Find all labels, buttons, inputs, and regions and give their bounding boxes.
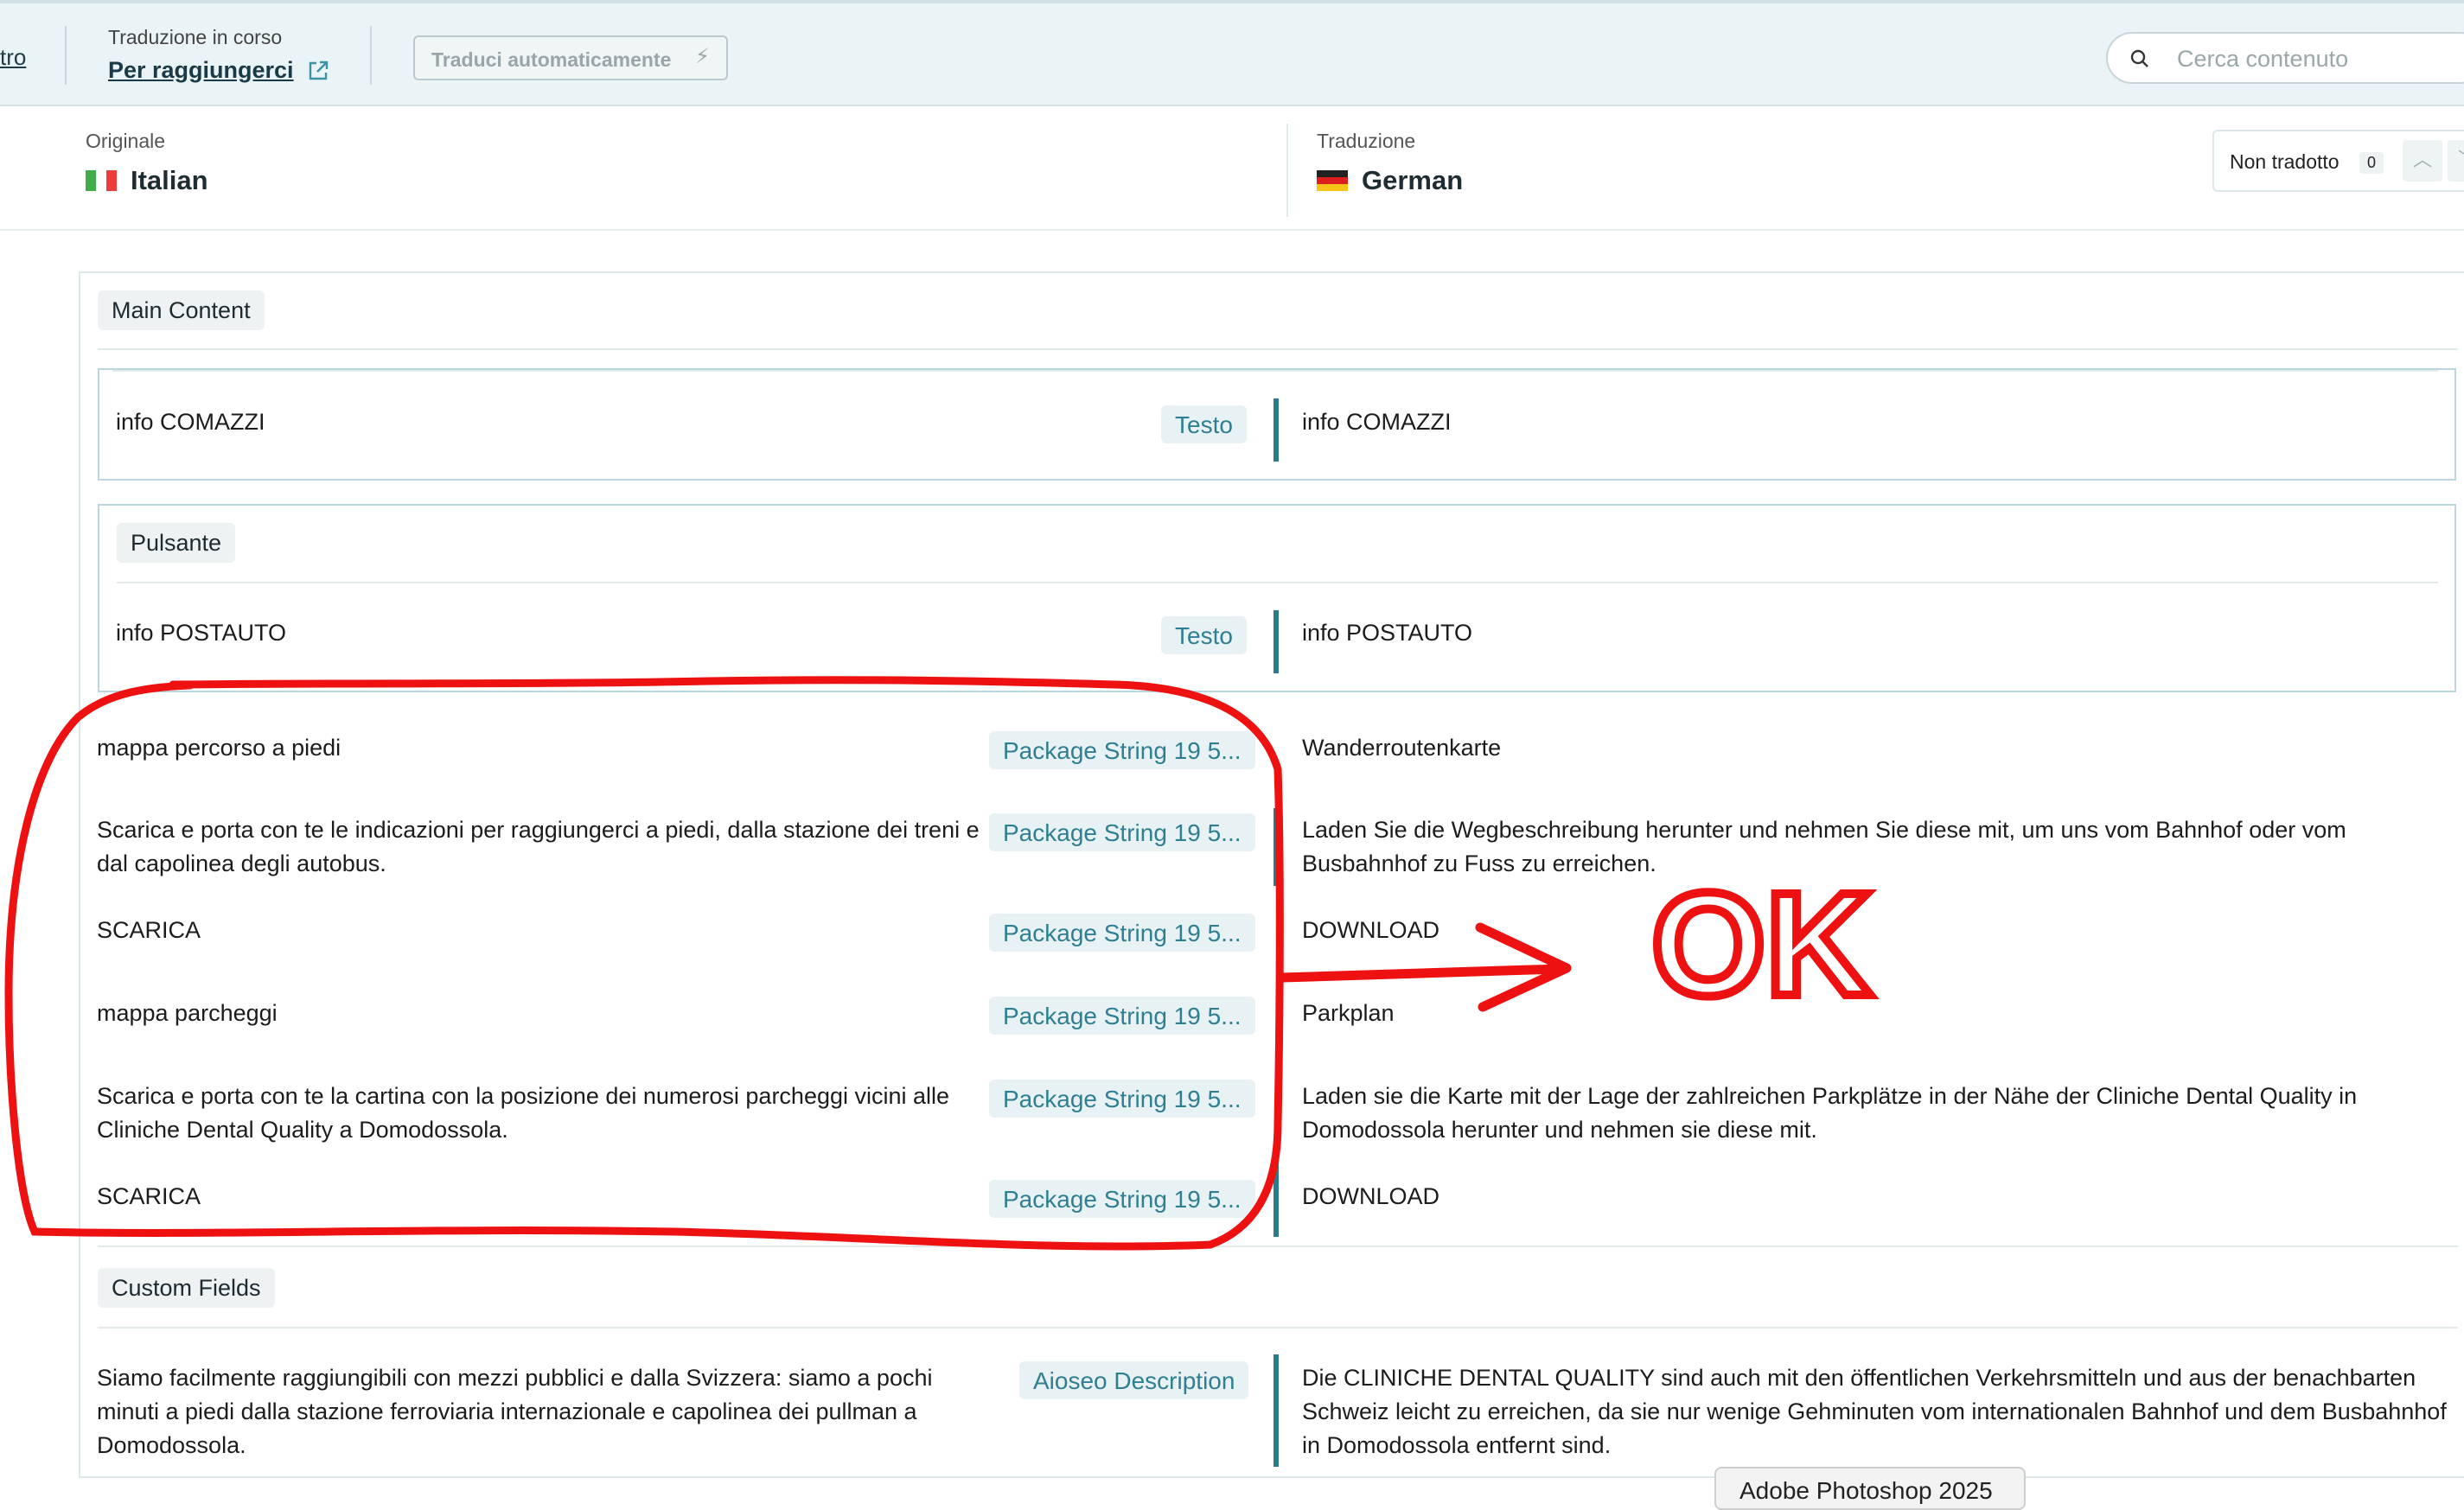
field-type-badge: Package String 19 5...	[989, 813, 1255, 851]
translation-language-name: German	[1362, 165, 1464, 195]
field-type-badge: Testo	[1161, 405, 1247, 443]
section-tag-main-content: Main Content	[98, 290, 265, 330]
target-text[interactable]: DOWNLOAD	[1302, 1180, 1439, 1214]
target-text[interactable]: Laden sie die Karte mit der Lage der zah…	[1302, 1080, 2426, 1147]
translation-indicator-bar	[1273, 808, 1279, 886]
target-text[interactable]: info POSTAUTO	[1302, 616, 1472, 650]
translation-label: Traduzione	[1317, 130, 1416, 152]
language-divider	[1286, 124, 1288, 217]
italy-flag-icon	[86, 170, 117, 191]
lightning-icon: ⚡	[695, 45, 710, 68]
language-header: Originale Italian Traduzione German	[0, 106, 2464, 231]
translation-indicator-bar	[1273, 610, 1279, 673]
source-text[interactable]: info COMAZZI	[116, 405, 265, 439]
source-text[interactable]: Siamo facilmente raggiungibili con mezzi…	[97, 1361, 992, 1462]
auto-translate-button[interactable]: Traduci automaticamente ⚡	[413, 35, 728, 80]
translation-indicator-bar	[1273, 1354, 1279, 1467]
page-title-link[interactable]: Per raggiungerci	[108, 57, 294, 84]
target-text[interactable]: Laden Sie die Wegbeschreibung herunter u…	[1302, 813, 2426, 881]
external-link-icon[interactable]	[306, 59, 330, 83]
filter-label: Non tradotto	[2230, 150, 2340, 173]
previous-untranslated-button[interactable]: ︿	[2403, 140, 2442, 182]
divider	[112, 370, 2438, 372]
target-text[interactable]: info COMAZZI	[1302, 405, 1452, 439]
search-input[interactable]: Cerca contenuto	[2106, 32, 2464, 84]
divider	[98, 1327, 2458, 1328]
section-tag-custom-fields: Custom Fields	[98, 1268, 275, 1308]
untranslated-filter[interactable]: Non tradotto 0 ︿ ﹀	[2212, 130, 2464, 192]
translation-status-label: Traduzione in corso	[108, 26, 283, 48]
divider	[98, 348, 2458, 350]
source-text[interactable]: SCARICA	[97, 914, 201, 947]
field-type-badge: Package String 19 5...	[989, 1080, 1255, 1118]
section-tag-pulsante: Pulsante	[117, 523, 236, 563]
target-text[interactable]: DOWNLOAD	[1302, 914, 1439, 947]
field-type-badge: Testo	[1161, 616, 1247, 654]
original-language-name: Italian	[131, 165, 208, 195]
toolbar-divider	[370, 26, 372, 85]
toolbar-divider	[65, 26, 67, 85]
field-type-badge: Package String 19 5...	[989, 914, 1255, 952]
germany-flag-icon	[1317, 170, 1348, 191]
target-text[interactable]: Parkplan	[1302, 997, 1395, 1030]
divider	[117, 582, 2438, 583]
source-text[interactable]: SCARICA	[97, 1180, 201, 1214]
field-type-badge: Package String 19 5...	[989, 997, 1255, 1035]
target-text[interactable]: Wanderroutenkarte	[1302, 731, 1501, 765]
divider	[98, 1246, 2458, 1247]
filter-count-badge: 0	[2359, 152, 2384, 174]
source-text[interactable]: mappa percorso a piedi	[97, 731, 341, 765]
source-text[interactable]: Scarica e porta con te le indicazioni pe…	[97, 813, 992, 881]
translation-indicator-bar	[1273, 398, 1279, 462]
field-type-badge: Aioseo Description	[1019, 1361, 1249, 1399]
chevron-down-icon: ﹀	[2458, 149, 2464, 170]
next-untranslated-button[interactable]: ﹀	[2448, 140, 2464, 182]
auto-translate-label: Traduci automaticamente	[431, 48, 672, 71]
top-toolbar: tro Traduzione in corso Per raggiungerci…	[0, 0, 2464, 106]
source-text[interactable]: Scarica e porta con te la cartina con la…	[97, 1080, 992, 1147]
field-type-badge: Package String 19 5...	[989, 731, 1255, 769]
original-label: Originale	[86, 130, 166, 152]
field-type-badge: Package String 19 5...	[989, 1180, 1255, 1218]
source-text[interactable]: mappa parcheggi	[97, 997, 278, 1030]
search-placeholder: Cerca contenuto	[2177, 46, 2349, 72]
app-tooltip: Adobe Photoshop 2025	[1714, 1467, 2026, 1510]
chevron-up-icon: ︿	[2412, 149, 2432, 170]
source-text[interactable]: info POSTAUTO	[116, 616, 286, 650]
search-icon	[2130, 49, 2148, 67]
back-link[interactable]: tro	[0, 44, 26, 71]
target-text[interactable]: Die CLINICHE DENTAL QUALITY sind auch mi…	[1302, 1361, 2448, 1462]
translation-indicator-bar	[1273, 1163, 1279, 1237]
